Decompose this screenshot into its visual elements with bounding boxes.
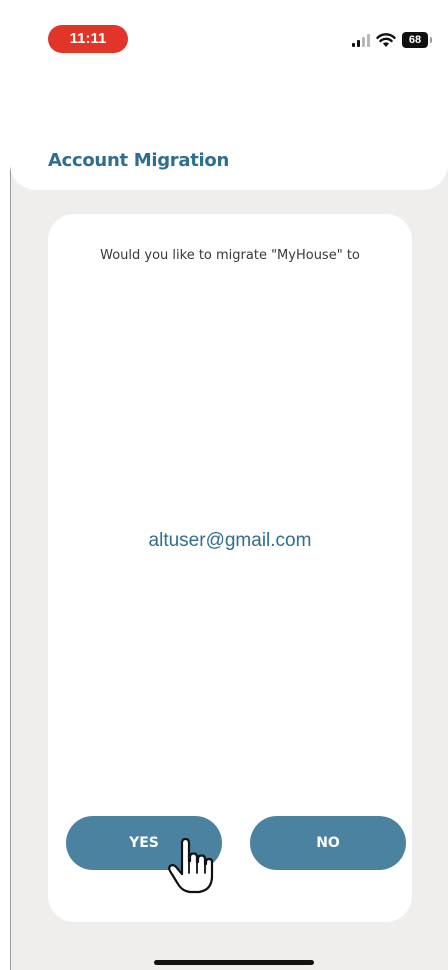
status-time: 11:11 — [48, 25, 128, 53]
battery-icon: 68 — [402, 32, 432, 48]
target-email: altuser@gmail.com — [148, 530, 312, 551]
app-screen: 11:11 68 Account Migration Would you lik… — [10, 8, 448, 970]
migration-dialog: Would you like to migrate "MyHouse" to a… — [48, 214, 412, 922]
wifi-icon — [376, 32, 396, 48]
signal-icon — [352, 33, 370, 47]
page-title: Account Migration — [48, 150, 229, 171]
home-indicator — [154, 960, 314, 965]
header: 11:11 68 Account Migration — [10, 8, 448, 190]
no-button[interactable]: NO — [250, 816, 406, 870]
yes-button[interactable]: YES — [66, 816, 222, 870]
status-icons: 68 — [352, 30, 432, 50]
migration-prompt: Would you like to migrate "MyHouse" to — [100, 248, 360, 263]
